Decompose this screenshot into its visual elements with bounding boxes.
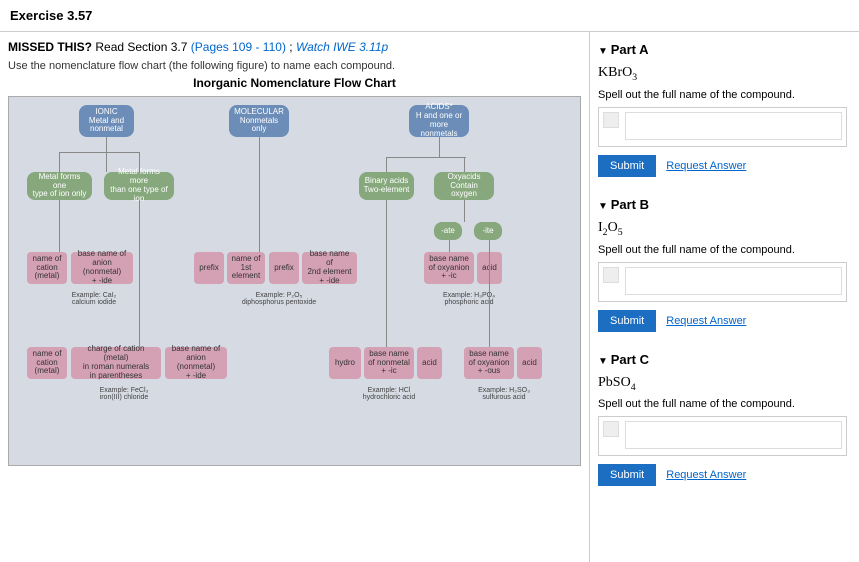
- node-cation2: name of cation (metal): [27, 347, 67, 379]
- chart-title: Inorganic Nomenclature Flow Chart: [8, 76, 581, 90]
- missed-watch[interactable]: Watch IWE 3.11p: [296, 40, 388, 54]
- part-c-request[interactable]: Request Answer: [666, 469, 746, 481]
- node-first: name of 1st element: [227, 252, 265, 284]
- left-panel: MISSED THIS? Read Section 3.7 (Pages 109…: [0, 32, 590, 562]
- node-anion1: base name of anion (nonmetal) + -ide: [71, 252, 133, 284]
- node-anion2: base name of anion (nonmetal) + -ide: [165, 347, 227, 379]
- example-2: Example: P₂O₅ diphosphorus pentoxide: [229, 292, 329, 306]
- node-cation1: name of cation (metal): [27, 252, 67, 284]
- part-b-input[interactable]: [625, 267, 842, 295]
- missed-pages[interactable]: (Pages 109 - 110): [191, 40, 286, 54]
- part-b: Part B I2O5 Spell out the full name of t…: [598, 197, 847, 332]
- exercise-header: Exercise 3.57: [0, 0, 859, 32]
- node-binary: Binary acids Two-element: [359, 172, 414, 200]
- missed-read: Read Section 3.7: [95, 40, 187, 54]
- part-a-spell: Spell out the full name of the compound.: [598, 89, 847, 101]
- part-c-submit[interactable]: Submit: [598, 464, 656, 486]
- example-5: Example: HCl hydrochloric acid: [349, 387, 429, 401]
- node-hydro: hydro: [329, 347, 361, 379]
- node-metal-one: Metal forms one type of ion only: [27, 172, 92, 200]
- example-4: Example: FeCl₃ iron(III) chloride: [84, 387, 164, 401]
- node-metal-more: Metal forms more than one type of ion: [104, 172, 174, 200]
- example-1: Example: CaI₂ calcium iodide: [54, 292, 134, 306]
- node-oxy1: base name of oxyanion + -ic: [424, 252, 474, 284]
- part-a-formula: KBrO3: [598, 65, 847, 83]
- node-second: base name of 2nd element + -ide: [302, 252, 357, 284]
- example-6: Example: H₂SO₃ sulfurous acid: [464, 387, 544, 401]
- node-ionic: IONIC Metal and nonmetal: [79, 105, 134, 137]
- missed-prefix: MISSED THIS?: [8, 40, 92, 54]
- node-acid2: acid: [417, 347, 442, 379]
- instruction: Use the nomenclature flow chart (the fol…: [8, 60, 581, 72]
- part-a-input-wrap: [598, 107, 847, 147]
- node-oxyacids: Oxyacids Contain oxygen: [434, 172, 494, 200]
- part-c-input[interactable]: [625, 421, 842, 449]
- example-3: Example: H₃PO₄ phosphoric acid: [429, 292, 509, 306]
- right-panel: Part A KBrO3 Spell out the full name of …: [590, 32, 855, 562]
- flow-chart: IONIC Metal and nonmetal MOLECULAR Nonme…: [8, 96, 581, 466]
- part-c-label[interactable]: Part C: [598, 352, 847, 367]
- node-ite: -ite: [474, 222, 502, 240]
- node-acids: ACIDS* H and one or more nonmetals: [409, 105, 469, 137]
- node-prefix1: prefix: [194, 252, 224, 284]
- part-c: Part C PbSO4 Spell out the full name of …: [598, 352, 847, 487]
- part-b-input-wrap: [598, 262, 847, 302]
- node-nonmetal: base name of nonmetal + -ic: [364, 347, 414, 379]
- part-b-label[interactable]: Part B: [598, 197, 847, 212]
- missed-sep: ;: [289, 40, 292, 54]
- part-c-spell: Spell out the full name of the compound.: [598, 398, 847, 410]
- part-c-input-wrap: [598, 416, 847, 456]
- node-ate: -ate: [434, 222, 462, 240]
- missed-line: MISSED THIS? Read Section 3.7 (Pages 109…: [8, 40, 581, 54]
- part-b-spell: Spell out the full name of the compound.: [598, 244, 847, 256]
- part-a-label[interactable]: Part A: [598, 42, 847, 57]
- node-molecular: MOLECULAR Nonmetals only: [229, 105, 289, 137]
- part-b-submit[interactable]: Submit: [598, 310, 656, 332]
- part-c-formula: PbSO4: [598, 375, 847, 393]
- part-a: Part A KBrO3 Spell out the full name of …: [598, 42, 847, 177]
- part-b-formula: I2O5: [598, 220, 847, 238]
- part-b-request[interactable]: Request Answer: [666, 315, 746, 327]
- node-acid3: acid: [517, 347, 542, 379]
- part-a-request[interactable]: Request Answer: [666, 160, 746, 172]
- node-charge: charge of cation (metal) in roman numera…: [71, 347, 161, 379]
- node-oxy2: base name of oxyanion + -ous: [464, 347, 514, 379]
- node-prefix2: prefix: [269, 252, 299, 284]
- part-a-input[interactable]: [625, 112, 842, 140]
- part-a-submit[interactable]: Submit: [598, 155, 656, 177]
